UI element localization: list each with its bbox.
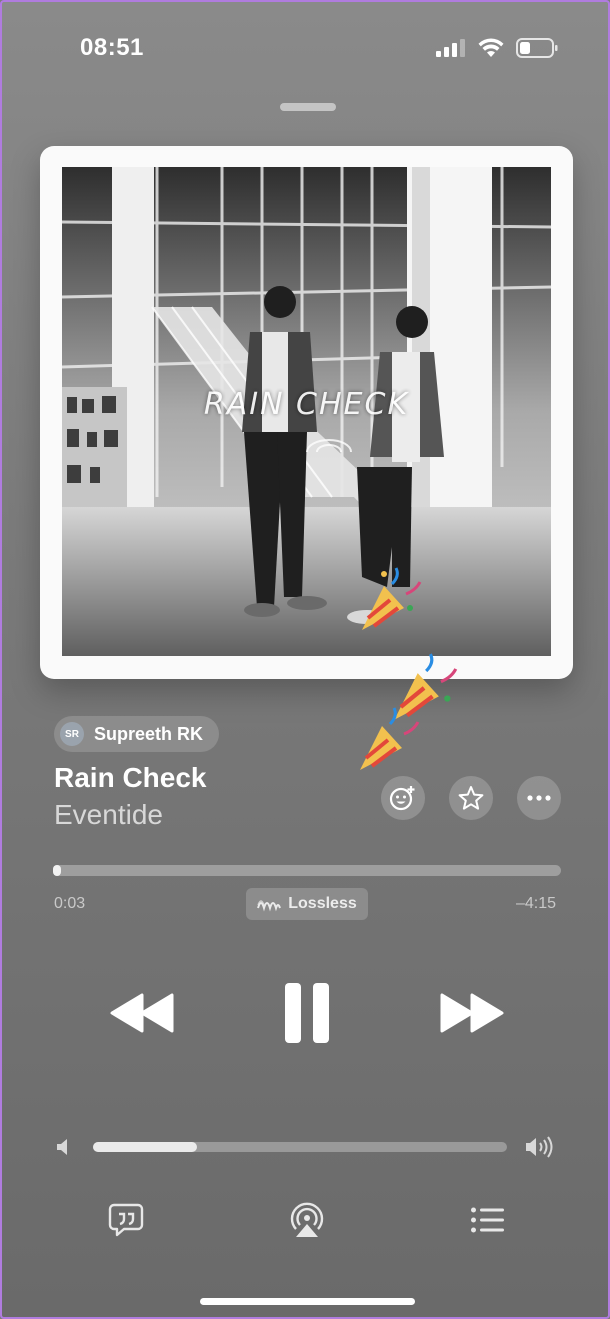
fast-forward-button[interactable] (438, 990, 506, 1036)
lossless-badge[interactable]: Lossless (246, 888, 368, 920)
rewind-button[interactable] (108, 990, 176, 1036)
playback-progress-slider[interactable] (53, 865, 561, 876)
star-icon (458, 786, 484, 810)
lossless-label: Lossless (288, 895, 357, 912)
lyrics-bubble-icon (108, 1203, 144, 1237)
lossless-wave-icon (257, 900, 282, 912)
home-indicator[interactable] (200, 1298, 415, 1305)
favorite-button[interactable] (449, 776, 493, 820)
avatar: SR (60, 722, 84, 746)
queue-button[interactable] (468, 1200, 508, 1240)
lyrics-button[interactable] (106, 1200, 146, 1240)
ellipsis-icon (527, 795, 551, 801)
volume-slider[interactable] (93, 1142, 507, 1152)
status-icons (436, 38, 558, 58)
volume-fill (93, 1142, 197, 1152)
queue-list-icon (471, 1207, 504, 1233)
speaker-low-icon (57, 1139, 67, 1155)
airplay-icon (290, 1202, 324, 1237)
remaining-time: –4:15 (515, 895, 556, 912)
album-artwork-photo: RAIN CHECK (62, 167, 551, 656)
status-time: 08:51 (80, 34, 144, 61)
rewind-icon (110, 993, 174, 1033)
track-title: Rain Check (54, 762, 207, 793)
shared-by-name: Supreeth RK (94, 723, 204, 744)
now-playing-screen: 08:51 RAIN CHECK SR Supreeth RK Rain Che… (0, 0, 610, 1319)
battery-icon (516, 38, 558, 58)
cellular-signal-icon (436, 39, 465, 57)
pause-button[interactable] (280, 979, 334, 1047)
add-reaction-button[interactable] (381, 776, 425, 820)
party-popper-icon (360, 707, 420, 770)
track-artist[interactable]: Eventide (54, 799, 163, 831)
shared-by-chip[interactable]: SR Supreeth RK (54, 716, 220, 752)
wifi-icon (478, 38, 504, 57)
pause-icon (285, 983, 329, 1043)
album-artwork: RAIN CHECK (40, 146, 573, 679)
playback-progress-fill (53, 865, 61, 876)
elapsed-time: 0:03 (54, 895, 86, 912)
party-popper-icon (362, 567, 422, 630)
speaker-high-icon (526, 1136, 553, 1158)
fast-forward-icon (440, 993, 504, 1033)
sheet-grabber[interactable] (280, 103, 336, 111)
more-options-button[interactable] (517, 776, 561, 820)
airplay-button[interactable] (287, 1200, 327, 1240)
album-artwork-title: RAIN CHECK (203, 387, 410, 422)
add-reaction-icon (389, 786, 415, 811)
